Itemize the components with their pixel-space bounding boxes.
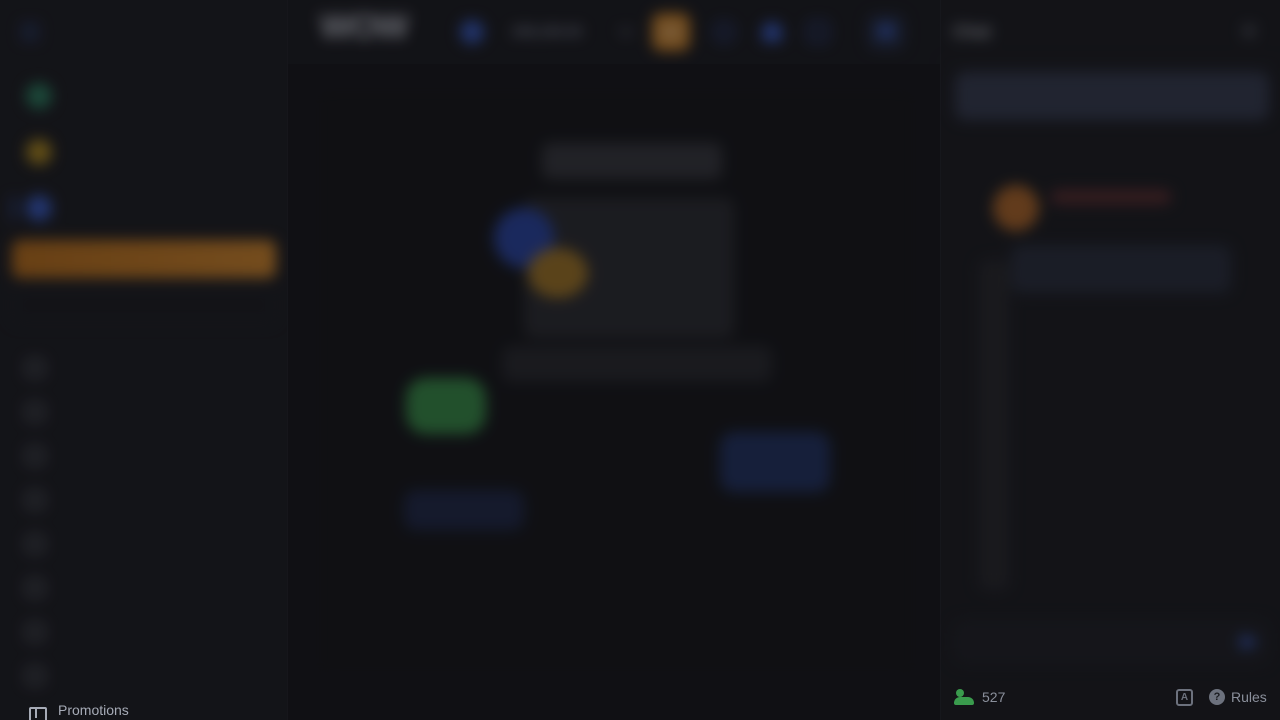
modal-green-button[interactable] xyxy=(406,378,486,434)
app-root: WOW 208,190.00 Chat Promotions 527 A ? R… xyxy=(0,0,1280,720)
category-icon xyxy=(26,535,44,553)
chat-username xyxy=(1051,190,1171,204)
wallet-button[interactable] xyxy=(652,13,690,51)
balance-value[interactable]: 208,190.00 xyxy=(512,23,582,39)
gift-icon xyxy=(28,702,47,720)
modal-bar xyxy=(502,346,772,382)
chat-message-column xyxy=(979,260,1009,590)
modal-blue-button[interactable] xyxy=(720,432,830,492)
category-item[interactable] xyxy=(26,566,62,610)
sidebar xyxy=(0,0,288,720)
category-item[interactable] xyxy=(26,610,62,654)
chat-message-bubble xyxy=(1011,245,1231,293)
category-icon xyxy=(26,491,44,509)
category-icon xyxy=(26,403,44,421)
category-item[interactable] xyxy=(26,522,62,566)
rules-label: Rules xyxy=(1231,689,1267,705)
category-item[interactable] xyxy=(26,434,62,478)
chat-title: Chat xyxy=(953,22,991,41)
users-icon xyxy=(954,689,976,705)
modal-title xyxy=(542,143,722,179)
translate-icon[interactable]: A xyxy=(1176,689,1193,706)
category-item[interactable] xyxy=(26,390,62,434)
category-item[interactable] xyxy=(26,654,62,698)
sidebar-search-input[interactable] xyxy=(12,287,276,323)
sidebar-item-3[interactable] xyxy=(12,182,276,234)
sidebar-item-promotions[interactable]: Promotions xyxy=(28,702,129,720)
site-logo[interactable]: WOW xyxy=(320,8,409,47)
header-blurred-layer: WOW 208,190.00 xyxy=(288,0,940,64)
chat-rules-button[interactable]: ? Rules xyxy=(1209,689,1267,705)
category-icon xyxy=(26,447,44,465)
category-icon xyxy=(26,667,44,685)
category-item[interactable] xyxy=(26,478,62,522)
sidebar-cta-button[interactable] xyxy=(12,240,276,278)
promotions-label: Promotions xyxy=(58,702,129,718)
category-icon xyxy=(26,579,44,597)
online-count: 527 xyxy=(982,689,1006,705)
main-blurred-layer xyxy=(288,64,940,720)
avatar xyxy=(993,185,1039,231)
sidebar-nav xyxy=(12,70,276,238)
wallet-icon xyxy=(663,26,679,38)
main-content xyxy=(288,64,940,720)
sidebar-item-1-icon xyxy=(26,83,52,109)
chat-banner[interactable] xyxy=(955,72,1269,120)
category-icon xyxy=(26,359,44,377)
top-header: WOW 208,190.00 xyxy=(288,0,940,64)
sidebar-item-2[interactable] xyxy=(12,126,276,178)
help-icon: ? xyxy=(1209,689,1225,705)
chevron-down-icon[interactable] xyxy=(618,21,634,37)
chat-blurred-layer: Chat xyxy=(941,0,1280,720)
category-item[interactable] xyxy=(26,346,62,390)
menu-icon[interactable] xyxy=(20,24,40,40)
modal-dialog xyxy=(316,88,916,678)
send-icon[interactable] xyxy=(1241,634,1259,650)
chat-toggle-button[interactable] xyxy=(868,15,904,49)
sidebar-item-1[interactable] xyxy=(12,70,276,122)
chat-message-input[interactable] xyxy=(953,620,1269,664)
user-icon[interactable] xyxy=(762,22,782,42)
category-icon xyxy=(26,623,44,641)
currency-coin-icon xyxy=(460,20,484,44)
modal-gold-token xyxy=(528,248,588,298)
modal-secondary-button[interactable] xyxy=(404,490,524,530)
logout-icon[interactable] xyxy=(808,22,828,42)
online-users: 527 xyxy=(954,689,1005,705)
sidebar-item-3-icon xyxy=(26,195,52,221)
sidebar-item-2-icon xyxy=(26,139,52,165)
sidebar-categories xyxy=(26,346,62,698)
close-icon[interactable] xyxy=(1242,24,1256,38)
chat-divider xyxy=(941,62,1280,63)
chat-panel: Chat xyxy=(940,0,1280,720)
main-divider xyxy=(328,678,900,679)
search-icon[interactable] xyxy=(714,22,734,42)
